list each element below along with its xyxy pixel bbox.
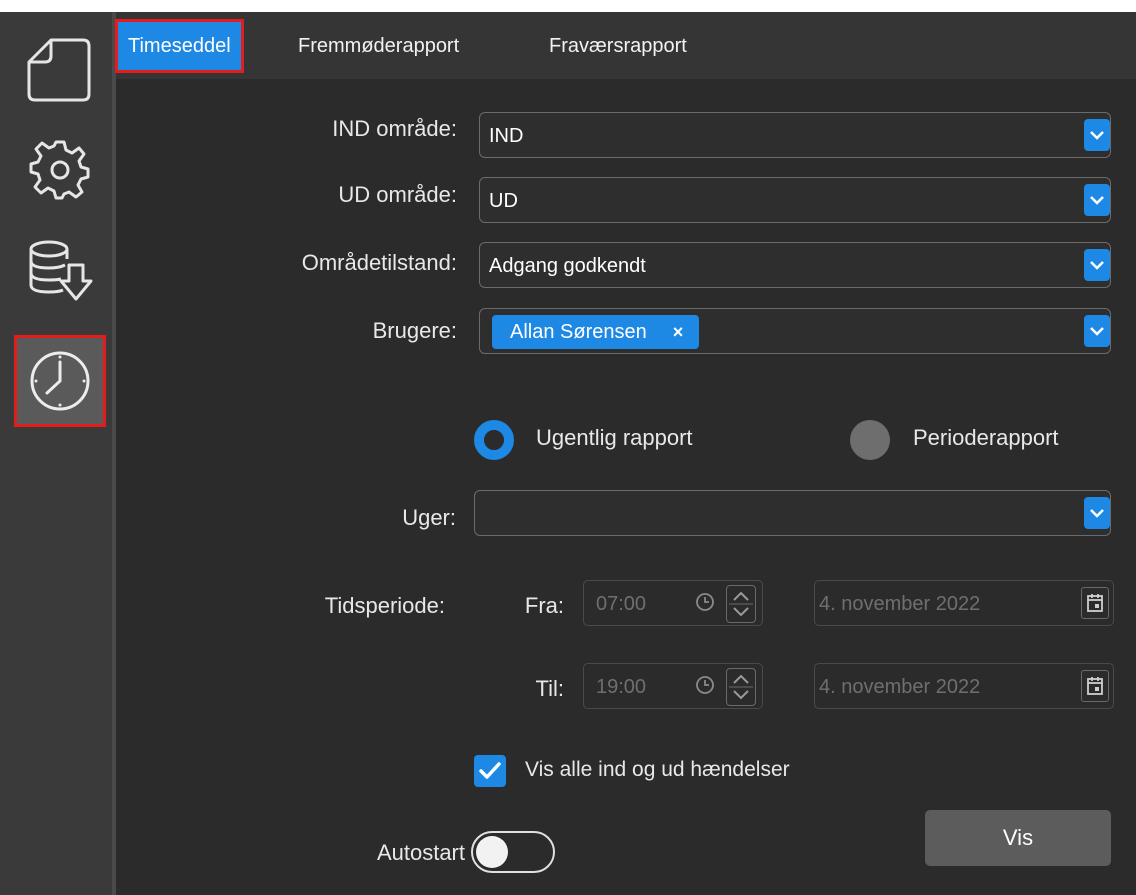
autostart-label: Autostart bbox=[376, 840, 465, 865]
weeks-select[interactable] bbox=[474, 490, 1111, 536]
calendar-icon[interactable] bbox=[1081, 587, 1109, 619]
autostart-toggle[interactable] bbox=[471, 831, 555, 873]
sidebar bbox=[0, 12, 112, 895]
to-date-value: 4. november 2022 bbox=[819, 676, 981, 698]
from-label: Fra: bbox=[524, 593, 564, 618]
ind-area-label: IND område: bbox=[332, 116, 457, 141]
ud-area-value: UD bbox=[489, 190, 518, 212]
gear-icon bbox=[29, 140, 90, 200]
chip-remove-icon[interactable]: × bbox=[673, 322, 684, 343]
chevron-down-icon[interactable] bbox=[1084, 497, 1110, 529]
users-multiselect[interactable]: Allan Sørensen × bbox=[479, 308, 1111, 354]
checkmark-icon bbox=[479, 762, 501, 779]
users-label: Brugere: bbox=[372, 318, 457, 343]
show-all-label: Vis alle ind og ud hændelser bbox=[525, 758, 790, 781]
area-state-value: Adgang godkendt bbox=[489, 255, 646, 277]
from-time-value: 07:00 bbox=[596, 593, 647, 615]
sidebar-item-timesheet[interactable] bbox=[14, 335, 106, 427]
to-time-input[interactable]: 19:00 bbox=[583, 663, 763, 709]
ud-area-label: UD område: bbox=[338, 182, 457, 207]
clock-icon bbox=[696, 676, 714, 694]
from-date-input[interactable]: 4. november 2022 bbox=[814, 580, 1114, 626]
time-period-label: Tidsperiode: bbox=[324, 593, 445, 618]
tab-bar: Timeseddel Fremmøderapport Fraværsrappor… bbox=[115, 12, 1136, 79]
top-strip bbox=[0, 0, 1136, 12]
document-icon bbox=[27, 38, 91, 102]
calendar-icon[interactable] bbox=[1081, 670, 1109, 702]
sidebar-item-settings[interactable] bbox=[14, 124, 106, 216]
weeks-label: Uger: bbox=[402, 505, 456, 530]
database-download-icon bbox=[29, 240, 93, 301]
user-chip-label: Allan Sørensen bbox=[510, 320, 647, 343]
from-date-value: 4. november 2022 bbox=[819, 593, 981, 615]
to-label: Til: bbox=[535, 676, 564, 701]
chevron-down-icon[interactable] bbox=[1084, 315, 1110, 347]
user-chip: Allan Sørensen × bbox=[492, 315, 700, 349]
tab-timeseddel[interactable]: Timeseddel bbox=[115, 19, 244, 73]
clock-icon bbox=[696, 593, 714, 611]
tab-fravaersrapport[interactable]: Fraværsrapport bbox=[539, 22, 697, 70]
toggle-knob bbox=[476, 836, 508, 868]
clock-icon bbox=[30, 351, 90, 411]
sidebar-item-document[interactable] bbox=[14, 24, 106, 116]
chevron-down-icon[interactable] bbox=[1084, 119, 1110, 151]
sidebar-item-database-import[interactable] bbox=[14, 224, 106, 316]
tab-fremmoderapport[interactable]: Fremmøderapport bbox=[288, 22, 469, 70]
weekly-report-radio[interactable] bbox=[474, 420, 514, 460]
from-time-input[interactable]: 07:00 bbox=[583, 580, 763, 626]
to-date-input[interactable]: 4. november 2022 bbox=[814, 663, 1114, 709]
chevron-down-icon[interactable] bbox=[1084, 249, 1110, 281]
ind-area-select[interactable]: IND bbox=[479, 112, 1111, 158]
to-time-spinner[interactable] bbox=[726, 668, 756, 706]
to-time-value: 19:00 bbox=[596, 676, 647, 698]
period-report-radio[interactable] bbox=[850, 420, 890, 460]
area-state-label: Områdetilstand: bbox=[301, 250, 457, 275]
vis-button[interactable]: Vis bbox=[925, 810, 1111, 866]
show-all-checkbox[interactable] bbox=[474, 755, 506, 787]
ud-area-select[interactable]: UD bbox=[479, 177, 1111, 223]
from-time-spinner[interactable] bbox=[726, 585, 756, 623]
weekly-report-label: Ugentlig rapport bbox=[536, 425, 693, 450]
area-state-select[interactable]: Adgang godkendt bbox=[479, 242, 1111, 288]
chevron-down-icon[interactable] bbox=[1084, 184, 1110, 216]
ind-area-value: IND bbox=[489, 125, 524, 147]
period-report-label: Perioderapport bbox=[913, 425, 1059, 450]
